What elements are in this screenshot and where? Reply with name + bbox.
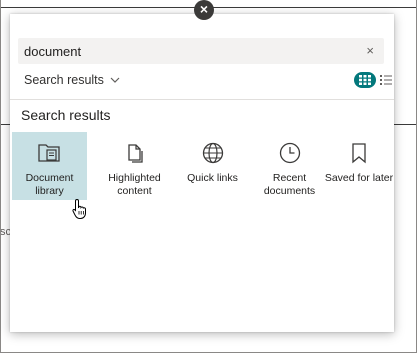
tile-quick-links[interactable]: Quick links	[175, 132, 250, 200]
background-text-stub: sc	[0, 226, 10, 238]
search-box: ×	[18, 38, 384, 64]
tile-highlighted-content[interactable]: Highlighted content	[97, 132, 172, 200]
tile-label: Quick links	[187, 172, 238, 184]
bookmark-icon	[352, 143, 366, 164]
web-part-tiles: Document library Highlighted content Qui…	[12, 132, 393, 212]
results-dropdown-label: Search results	[24, 73, 104, 87]
highlighted-content-icon	[127, 144, 143, 163]
tile-saved-for-later[interactable]: Saved for later	[322, 132, 396, 200]
tile-label: Highlighted content	[108, 172, 161, 197]
clock-icon	[279, 142, 300, 164]
tile-label: Saved for later	[324, 172, 394, 184]
close-icon: ×	[199, 1, 209, 17]
tile-document-library[interactable]: Document library	[12, 132, 87, 200]
section-title: Search results	[21, 107, 111, 123]
tile-label: Document library	[25, 172, 74, 197]
tile-recent-documents[interactable]: Recent documents	[252, 132, 327, 200]
chevron-down-icon	[110, 72, 120, 90]
results-dropdown[interactable]: Search results	[24, 71, 120, 89]
list-view-button[interactable]	[380, 74, 392, 86]
document-library-icon	[37, 144, 60, 162]
clear-search-icon[interactable]: ×	[366, 43, 374, 58]
grid-view-button[interactable]	[354, 72, 376, 88]
close-button[interactable]: ×	[194, 0, 214, 20]
tile-label: Recent documents	[263, 172, 316, 197]
hand-pointer-cursor-icon	[72, 198, 86, 219]
globe-icon	[202, 142, 223, 164]
search-input[interactable]	[24, 38, 354, 64]
panel-divider	[10, 99, 394, 100]
grid-icon	[359, 75, 371, 85]
web-part-picker-panel: × Search results Search results	[10, 14, 394, 332]
